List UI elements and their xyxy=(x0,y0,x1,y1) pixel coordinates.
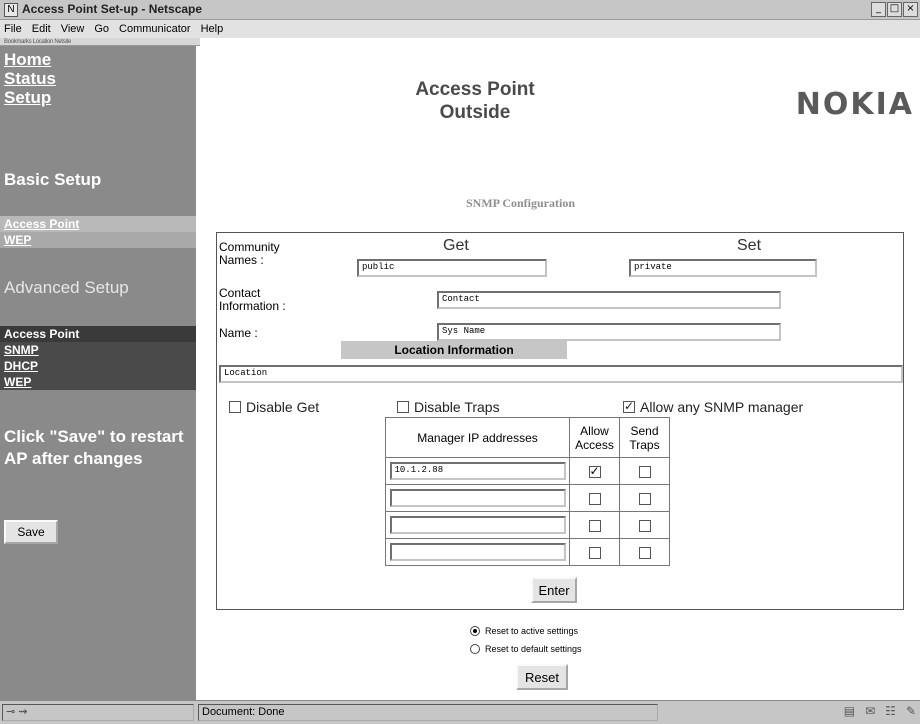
table-row: 10.1.2.88 xyxy=(385,457,670,485)
component-bar: ▤ ✉ ☷ ✎ xyxy=(844,704,916,721)
left-nav-frame: Home Status Setup Basic Setup Access Poi… xyxy=(0,46,196,700)
page-title-line2: Outside xyxy=(439,102,511,123)
contact-info-label: Contact Information : xyxy=(219,286,286,313)
snmp-config-form: Community Names : Get Set public private… xyxy=(216,232,904,610)
reset-button[interactable]: Reset xyxy=(516,664,568,690)
reset-active-radio[interactable] xyxy=(470,626,480,636)
manager-ip-header: Manager IP addresses xyxy=(385,417,570,458)
table-row xyxy=(385,538,670,566)
allow-access-checkbox-3[interactable] xyxy=(588,519,601,532)
send-traps-checkbox-2[interactable] xyxy=(638,492,651,505)
disable-traps-label: Disable Traps xyxy=(414,399,500,415)
basic-setup-heading: Basic Setup xyxy=(4,170,102,189)
status-bar: ⊸ ⇝ Document: Done ▤ ✉ ☷ ✎ xyxy=(0,700,920,724)
discussion-icon[interactable]: ☷ xyxy=(885,704,896,721)
disable-traps-option[interactable]: Disable Traps xyxy=(397,399,500,415)
community-set-input[interactable]: private xyxy=(629,259,817,277)
netscape-icon: N xyxy=(4,3,18,17)
reset-default-label: Reset to default settings xyxy=(485,644,582,654)
maximize-button[interactable]: □ xyxy=(887,2,902,17)
advanced-setup-menu: Access Point SNMP DHCP WEP xyxy=(0,326,196,390)
main-frame: Access Point Outside NOKIA SNMP Configur… xyxy=(196,46,920,700)
community-get-input[interactable]: public xyxy=(357,259,547,277)
contact-info-input[interactable]: Contact xyxy=(437,291,781,309)
nav-basic-wep[interactable]: WEP xyxy=(0,232,196,248)
send-traps-checkbox-4[interactable] xyxy=(638,546,651,559)
reset-active-option[interactable]: Reset to active settings xyxy=(470,626,578,636)
menu-communicator[interactable]: Communicator xyxy=(119,23,191,35)
nav-home-link[interactable]: Home xyxy=(4,50,56,69)
composer-icon[interactable]: ✎ xyxy=(906,704,916,721)
lock-icon: ⊸ ⇝ xyxy=(6,706,28,718)
manager-ip-input-1[interactable]: 10.1.2.88 xyxy=(389,462,566,480)
manager-ip-table: Manager IP addresses Allow Access Send T… xyxy=(385,417,670,566)
send-traps-checkbox-3[interactable] xyxy=(638,519,651,532)
table-row xyxy=(385,511,670,539)
minimize-button[interactable]: _ xyxy=(871,2,886,17)
location-info-heading: Location Information xyxy=(341,341,567,359)
disable-get-label: Disable Get xyxy=(246,399,320,415)
nav-adv-dhcp[interactable]: DHCP xyxy=(0,358,196,374)
allow-access-checkbox-2[interactable] xyxy=(588,492,601,505)
page-title: Access Point Outside xyxy=(400,78,550,124)
manager-ip-input-3[interactable] xyxy=(389,516,566,534)
allow-any-manager-option[interactable]: Allow any SNMP manager xyxy=(623,399,803,415)
page-title-line1: Access Point xyxy=(415,79,535,100)
window-title: Access Point Set-up - Netscape xyxy=(22,2,203,16)
name-label: Name : xyxy=(219,326,258,340)
mail-icon[interactable]: ✉ xyxy=(865,704,875,721)
menu-help[interactable]: Help xyxy=(201,23,224,35)
close-button[interactable]: × xyxy=(903,2,918,17)
menu-view[interactable]: View xyxy=(61,23,85,35)
save-button[interactable]: Save xyxy=(4,520,58,544)
send-traps-checkbox-1[interactable] xyxy=(638,465,651,478)
nav-status-link[interactable]: Status xyxy=(4,69,56,88)
status-text: Document: Done xyxy=(198,704,658,721)
disable-get-checkbox[interactable] xyxy=(229,401,241,413)
allow-access-header: Allow Access xyxy=(569,417,620,458)
manager-ip-input-2[interactable] xyxy=(389,489,566,507)
section-title: SNMP Configuration xyxy=(466,196,576,210)
advanced-setup-heading: Advanced Setup xyxy=(4,278,129,297)
window-titlebar: N Access Point Set-up - Netscape _ □ × xyxy=(0,0,920,20)
navigator-icon[interactable]: ▤ xyxy=(844,704,855,721)
get-column-heading: Get xyxy=(443,237,469,254)
disable-traps-checkbox[interactable] xyxy=(397,401,409,413)
save-instructions: Click "Save" to restart AP after changes xyxy=(4,427,184,468)
allow-any-manager-checkbox[interactable] xyxy=(623,399,635,413)
allow-access-checkbox-1[interactable] xyxy=(588,464,601,478)
disable-get-option[interactable]: Disable Get xyxy=(229,399,319,415)
reset-default-option[interactable]: Reset to default settings xyxy=(470,644,582,654)
reset-default-radio[interactable] xyxy=(470,644,480,654)
manager-ip-input-4[interactable] xyxy=(389,543,566,561)
nav-setup-link[interactable]: Setup xyxy=(4,88,56,107)
basic-setup-menu: Access Point WEP xyxy=(0,216,196,248)
menu-go[interactable]: Go xyxy=(94,23,109,35)
security-indicator[interactable]: ⊸ ⇝ xyxy=(2,704,194,721)
community-names-label: Community Names : xyxy=(219,240,280,267)
nokia-logo: NOKIA xyxy=(795,87,914,122)
nav-adv-snmp[interactable]: SNMP xyxy=(0,342,196,358)
menu-edit[interactable]: Edit xyxy=(32,23,51,35)
nav-adv-wep[interactable]: WEP xyxy=(0,374,196,390)
toolbar-tabs[interactable]: Bookmarks Location Netsite xyxy=(0,38,200,46)
table-header-row: Manager IP addresses Allow Access Send T… xyxy=(385,417,670,458)
menu-file[interactable]: File xyxy=(4,23,22,35)
enter-button[interactable]: Enter xyxy=(531,577,577,603)
nav-basic-access-point[interactable]: Access Point xyxy=(0,216,196,232)
reset-active-label: Reset to active settings xyxy=(485,626,579,636)
location-input[interactable]: Location xyxy=(219,365,903,383)
nav-adv-access-point[interactable]: Access Point xyxy=(0,326,196,342)
allow-access-checkbox-4[interactable] xyxy=(588,546,601,559)
set-column-heading: Set xyxy=(737,237,762,254)
name-input[interactable]: Sys Name xyxy=(437,323,781,341)
send-traps-header: Send Traps xyxy=(619,417,670,458)
menu-bar: File Edit View Go Communicator Help xyxy=(0,20,920,38)
allow-any-manager-label: Allow any SNMP manager xyxy=(640,399,804,415)
table-row xyxy=(385,484,670,512)
